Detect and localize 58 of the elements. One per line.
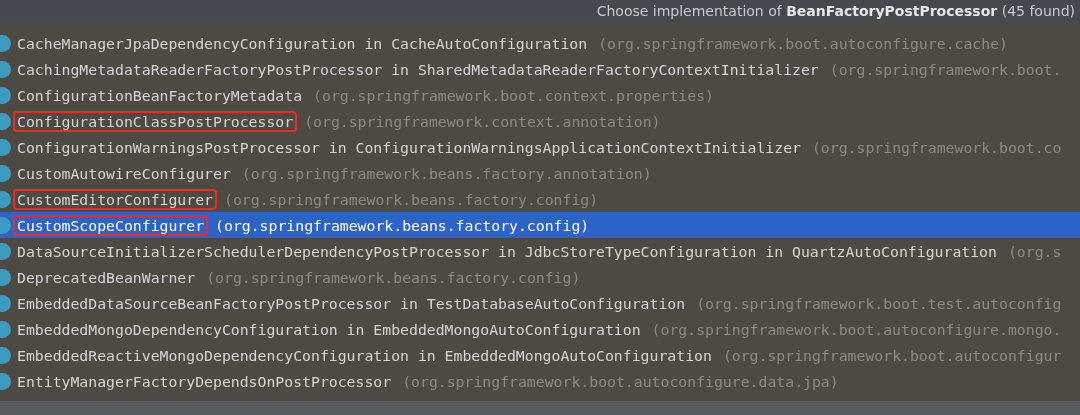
list-item[interactable]: CachingMetadataReaderFactoryPostProcessor in SharedMetadataReaderFactoryContextInitializer (org.springframework.boot.: [0, 56, 1080, 82]
package-name: (org.springframework.context.annotation): [304, 112, 661, 130]
package-name: (org.springframework.beans.factory.config): [224, 190, 599, 208]
list-item[interactable]: DeprecatedBeanWarner (org.springframework.beans.factory.config): [0, 264, 1080, 290]
class-name: CustomScopeConfigurer: [13, 214, 209, 236]
class-icon: [0, 268, 11, 286]
package-name: (org.springframework.boot.autoconfigur: [722, 346, 1062, 364]
class-icon: [0, 138, 11, 156]
class-name: ConfigurationBeanFactoryMetadata: [16, 85, 304, 106]
list-item[interactable]: ConfigurationWarningsPostProcessor in ConfigurationWarningsApplicationContextInitializer (org.springframework.boot.co: [0, 134, 1080, 160]
class-icon: [0, 320, 11, 338]
list-item[interactable]: ConfigurationClassPostProcessor (org.springframework.context.annotation): [0, 108, 1080, 134]
class-name: DataSourceInitializerSchedulerDependencyPostProcessor in JdbcStoreTypeConfiguration in QuartzAutoConfiguration: [16, 241, 998, 262]
list-item[interactable]: EmbeddedReactiveMongoDependencyConfiguration in EmbeddedMongoAutoConfiguration (org.springframework.boot.autoconfigur: [0, 342, 1080, 368]
class-name: ConfigurationClassPostProcessor: [13, 110, 298, 132]
package-name: (org.springframework.boot.test.autoconfig: [696, 294, 1062, 312]
class-icon: [0, 164, 11, 182]
package-name: (org.springframework.boot.context.properties): [313, 86, 714, 104]
class-name: CachingMetadataReaderFactoryPostProcessor in SharedMetadataReaderFactoryContextInitializer: [16, 59, 820, 80]
class-icon: [0, 346, 11, 364]
list-item[interactable]: EntityManagerFactoryDependsOnPostProcessor (org.springframework.boot.autoconfigure.data.jpa): [0, 368, 1080, 394]
class-icon: [0, 60, 11, 78]
list-item[interactable]: DataSourceInitializerSchedulerDependencyPostProcessor in JdbcStoreTypeConfiguration in QuartzAutoConfiguration (org.s: [0, 238, 1080, 264]
package-name: (org.springframework.boot.autoconfigure.cache): [598, 34, 1008, 52]
class-icon: [0, 34, 11, 52]
class-icon: [0, 216, 11, 234]
class-name: CustomAutowireConfigurer: [16, 163, 232, 184]
list-item[interactable]: EmbeddedMongoDependencyConfiguration in EmbeddedMongoAutoConfiguration (org.springframework.boot.autoconfigure.mongo.: [0, 316, 1080, 342]
class-name: ConfigurationWarningsPostProcessor in ConfigurationWarningsApplicationContextInitializer: [16, 137, 802, 158]
class-name: DeprecatedBeanWarner: [16, 267, 197, 288]
package-name: (org.springframework.boot.autoconfigure.mongo.: [651, 320, 1062, 338]
class-icon: [0, 242, 11, 260]
class-name: EmbeddedReactiveMongoDependencyConfiguration in EmbeddedMongoAutoConfiguration: [16, 345, 713, 366]
class-name: CustomEditorConfigurer: [13, 188, 217, 210]
class-name: EntityManagerFactoryDependsOnPostProcessor: [16, 371, 393, 392]
class-icon: [0, 86, 11, 104]
package-name: (org.s: [1007, 242, 1062, 260]
scrollbar[interactable]: [0, 401, 1080, 415]
package-name: (org.springframework.boot.: [829, 60, 1062, 78]
package-name: (org.springframework.boot.autoconfigure.data.jpa): [402, 372, 839, 390]
package-name: (org.springframework.beans.factory.config): [215, 216, 590, 234]
class-icon: [0, 190, 11, 208]
package-name: (org.springframework.boot.co: [811, 138, 1062, 156]
class-icon: [0, 112, 11, 130]
class-name: EmbeddedMongoDependencyConfiguration in EmbeddedMongoAutoConfiguration: [16, 319, 642, 340]
package-name: (org.springframework.beans.factory.annotation): [241, 164, 652, 182]
class-name: CacheManagerJpaDependencyConfiguration in CacheAutoConfiguration: [16, 33, 589, 54]
list-item[interactable]: CacheManagerJpaDependencyConfiguration in CacheAutoConfiguration (org.springframework.boot.autoconfigure.cache): [0, 30, 1080, 56]
list-item[interactable]: EmbeddedDataSourceBeanFactoryPostProcessor in TestDatabaseAutoConfiguration (org.springframework.boot.test.autoconfig: [0, 290, 1080, 316]
list-item[interactable]: CustomAutowireConfigurer (org.springframework.beans.factory.annotation): [0, 160, 1080, 186]
list-item[interactable]: CustomEditorConfigurer (org.springframework.beans.factory.config): [0, 186, 1080, 212]
class-icon: [0, 372, 11, 390]
list-item[interactable]: CustomScopeConfigurer (org.springframework.beans.factory.config): [0, 212, 1080, 238]
class-name: EmbeddedDataSourceBeanFactoryPostProcessor in TestDatabaseAutoConfiguration: [16, 293, 687, 314]
popup-title: Choose implementation of BeanFactoryPostProcessor (45 found): [596, 2, 1075, 19]
class-icon: [0, 294, 11, 312]
package-name: (org.springframework.beans.factory.config): [206, 268, 581, 286]
list-item[interactable]: ConfigurationBeanFactoryMetadata (org.springframework.boot.context.properties): [0, 82, 1080, 108]
